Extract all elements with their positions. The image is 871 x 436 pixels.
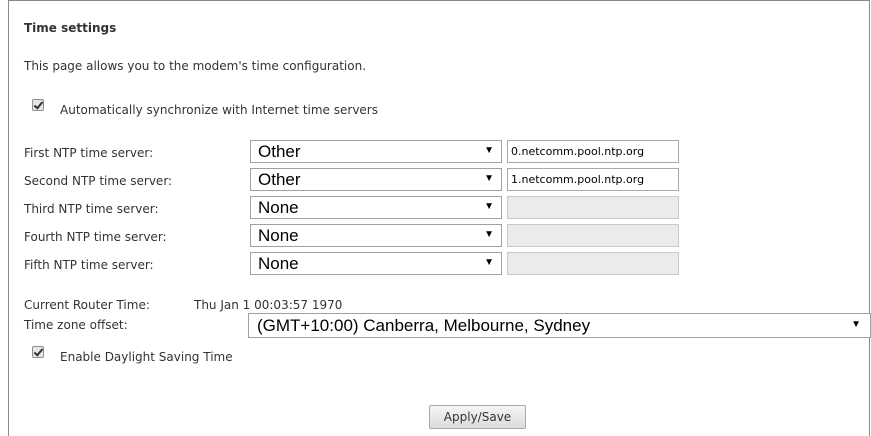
ntp5-selected-value: None [258, 254, 299, 273]
dst-checkbox[interactable] [32, 346, 44, 358]
ntp5-server-input [507, 252, 679, 275]
ntp4-select[interactable]: None ▼ [250, 224, 502, 247]
apply-save-button[interactable]: Apply/Save [429, 405, 526, 429]
ntp1-server-input[interactable]: 0.netcomm.pool.ntp.org [507, 140, 679, 163]
auto-sync-checkbox[interactable] [32, 99, 44, 111]
dst-label: Enable Daylight Saving Time [60, 350, 233, 364]
page-description: This page allows you to the modem's time… [24, 59, 367, 73]
page-title: Time settings [24, 21, 117, 35]
ntp2-label: Second NTP time server: [24, 174, 173, 188]
auto-sync-label: Automatically synchronize with Internet … [60, 103, 378, 117]
ntp3-server-input [507, 196, 679, 219]
timezone-label: Time zone offset: [24, 318, 128, 332]
timezone-selected-value: (GMT+10:00) Canberra, Melbourne, Sydney [257, 316, 591, 335]
ntp2-selected-value: Other [258, 170, 301, 189]
ntp2-server-input[interactable]: 1.netcomm.pool.ntp.org [507, 168, 679, 191]
dropdown-arrow-icon: ▼ [851, 319, 861, 330]
ntp1-selected-value: Other [258, 142, 301, 161]
ntp3-selected-value: None [258, 198, 299, 217]
ntp1-label: First NTP time server: [24, 146, 154, 160]
ntp2-select[interactable]: Other ▼ [250, 168, 502, 191]
router-time-value: Thu Jan 1 00:03:57 1970 [194, 298, 343, 312]
dropdown-arrow-icon: ▼ [484, 173, 494, 184]
ntp4-server-input [507, 224, 679, 247]
ntp5-select[interactable]: None ▼ [250, 252, 502, 275]
dropdown-arrow-icon: ▼ [484, 229, 494, 240]
ntp3-select[interactable]: None ▼ [250, 196, 502, 219]
ntp4-selected-value: None [258, 226, 299, 245]
router-time-label: Current Router Time: [24, 298, 150, 312]
dropdown-arrow-icon: ▼ [484, 145, 494, 156]
ntp3-label: Third NTP time server: [24, 202, 159, 216]
ntp1-select[interactable]: Other ▼ [250, 140, 502, 163]
ntp5-label: Fifth NTP time server: [24, 258, 154, 272]
dropdown-arrow-icon: ▼ [484, 257, 494, 268]
dropdown-arrow-icon: ▼ [484, 201, 494, 212]
ntp4-label: Fourth NTP time server: [24, 230, 167, 244]
timezone-select[interactable]: (GMT+10:00) Canberra, Melbourne, Sydney … [248, 313, 871, 338]
